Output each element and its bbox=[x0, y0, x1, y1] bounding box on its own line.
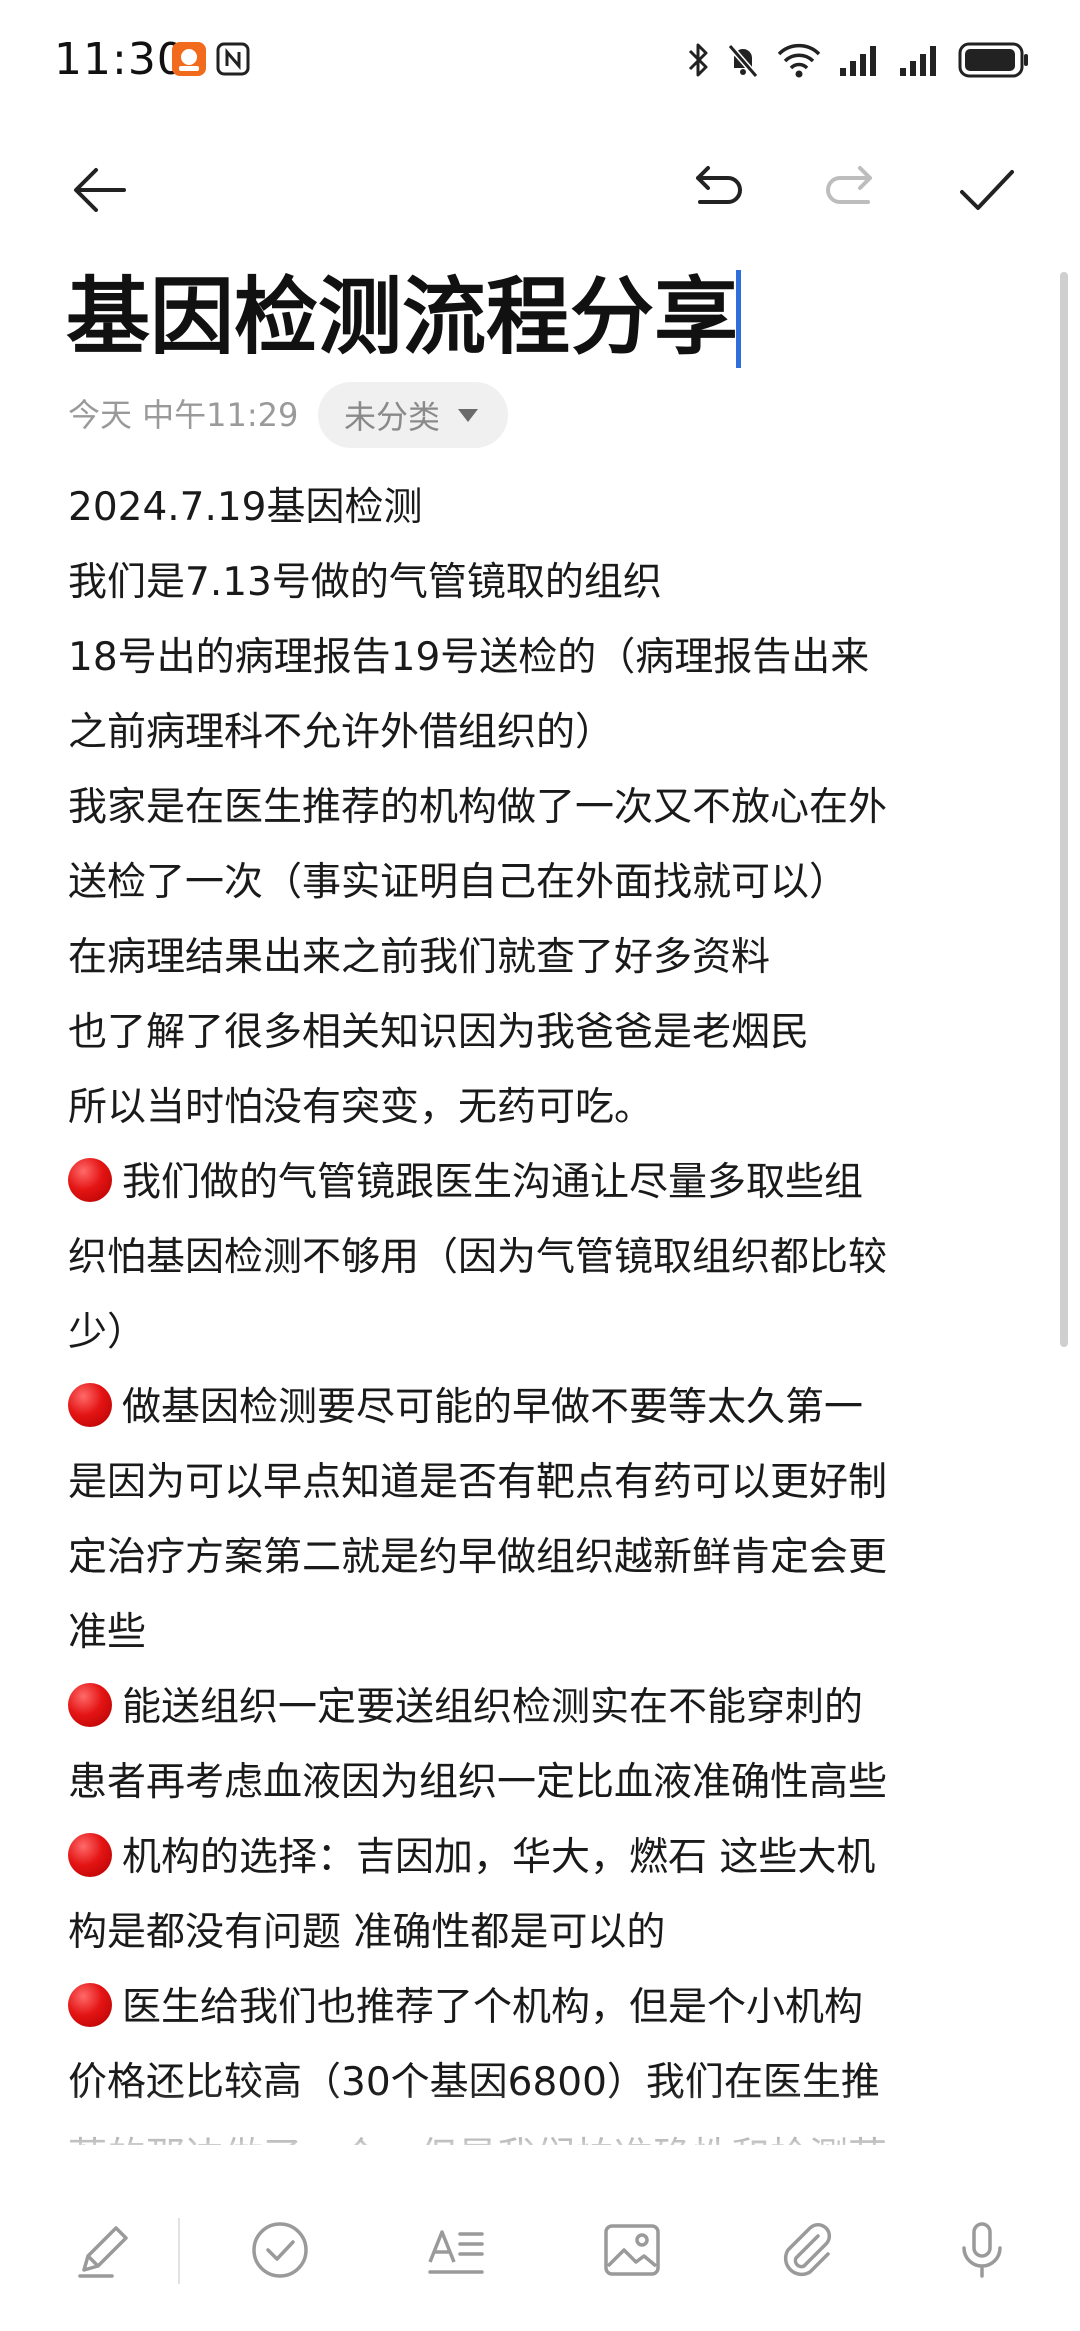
nfc-icon bbox=[216, 42, 250, 76]
note-body-text: 送检了一次（事实证明自己在外面找就可以） bbox=[68, 860, 849, 905]
note-body-line: 是因为可以早点知道是否有靶点有药可以更好制 bbox=[68, 1445, 1018, 1520]
status-time: 11:30 bbox=[54, 34, 186, 85]
category-label: 未分类 bbox=[344, 398, 441, 436]
image-icon bbox=[604, 2224, 660, 2276]
note-body-text: 我们做的气管镜跟医生沟通让尽量多取些组 bbox=[122, 1160, 864, 1205]
undo-button[interactable] bbox=[676, 150, 756, 230]
note-body-text: 少） bbox=[68, 1310, 147, 1355]
note-body-text: 2024.7.19基因检测 bbox=[68, 485, 423, 530]
note-body-text: 我们是7.13号做的气管镜取的组织 bbox=[68, 560, 662, 605]
app-notification-icon bbox=[172, 42, 206, 76]
red-circle-bullet-icon bbox=[68, 1683, 112, 1727]
note-body-line: 织怕基因检测不够用（因为气管镜取组织都比较 bbox=[68, 1220, 1018, 1295]
wifi-icon bbox=[776, 40, 822, 80]
note-body[interactable]: 2024.7.19基因检测我们是7.13号做的气管镜取的组织 18号出的病理报告1… bbox=[68, 470, 1018, 2145]
note-body-line: 所以当时怕没有突变，无药可吃。 bbox=[68, 1070, 1018, 1145]
note-body-line: 也了解了很多相关知识因为我爸爸是老烟民 bbox=[68, 995, 1018, 1070]
signal-icon-2 bbox=[898, 42, 942, 78]
note-body-line: 送检了一次（事实证明自己在外面找就可以） bbox=[68, 845, 1018, 920]
editor-toolbar bbox=[0, 150, 1080, 230]
signal-icon-1 bbox=[838, 42, 882, 78]
attachment-button[interactable] bbox=[766, 2210, 846, 2290]
checklist-button[interactable] bbox=[240, 2210, 320, 2290]
microphone-icon bbox=[962, 2222, 1002, 2278]
checklist-icon bbox=[252, 2222, 308, 2278]
battery-icon bbox=[958, 41, 1030, 79]
note-body-line: 在病理结果出来之前我们就查了好多资料 bbox=[68, 920, 1018, 995]
note-body-text: 是因为可以早点知道是否有靶点有药可以更好制 bbox=[68, 1460, 888, 1505]
note-body-line: 定治疗方案第二就是约早做组织越新鲜肯定会更 bbox=[68, 1520, 1018, 1595]
undo-icon bbox=[696, 166, 742, 204]
note-body-line: 能送组织一定要送组织检测实在不能穿刺的 bbox=[68, 1670, 1018, 1745]
note-body-text: 医生给我们也推荐了个机构，但是个小机构 bbox=[122, 1985, 864, 2030]
text-style-icon bbox=[428, 2230, 484, 2274]
mute-bell-icon bbox=[726, 40, 760, 80]
note-body-line: 2024.7.19基因检测 bbox=[68, 470, 1018, 545]
done-button[interactable] bbox=[946, 150, 1026, 230]
red-circle-bullet-icon bbox=[68, 1158, 112, 1202]
note-body-text: 患者再考虑血液因为组织一定比血液准确性高些 bbox=[68, 1760, 888, 1805]
attachment-icon bbox=[783, 2222, 832, 2277]
arrow-left-icon bbox=[74, 168, 126, 212]
note-body-line: 构是都没有问题 准确性都是可以的 bbox=[68, 1895, 1018, 1970]
note-body-line: 做基因检测要尽可能的早做不要等太久第一 bbox=[68, 1370, 1018, 1445]
back-button[interactable] bbox=[60, 150, 140, 230]
red-circle-bullet-icon bbox=[68, 1833, 112, 1877]
note-body-line: 准些 bbox=[68, 1595, 1018, 1670]
note-body-text: 做基因检测要尽可能的早做不要等太久第一 bbox=[122, 1385, 864, 1430]
note-body-line: 机构的选择：吉因加，华大，燃石 这些大机 bbox=[68, 1820, 1018, 1895]
note-body-line: 我们做的气管镜跟医生沟通让尽量多取些组 bbox=[68, 1145, 1018, 1220]
red-circle-bullet-icon bbox=[68, 1983, 112, 2027]
note-date: 今天 中午11:29 bbox=[68, 396, 299, 434]
note-body-text: 能送组织一定要送组织检测实在不能穿刺的 bbox=[122, 1685, 864, 1730]
status-indicators bbox=[686, 38, 1030, 82]
note-body-line: 之前病理科不允许外借组织的） bbox=[68, 695, 1018, 770]
note-body-text: 定治疗方案第二就是约早做组织越新鲜肯定会更 bbox=[68, 1535, 888, 1580]
redo-button[interactable] bbox=[812, 150, 892, 230]
note-body-text: 构是都没有问题 准确性都是可以的 bbox=[68, 1910, 666, 1955]
note-body-text: 18号出的病理报告19号送检的（病理报告出来 bbox=[68, 635, 870, 680]
note-body-text: 织怕基因检测不够用（因为气管镜取组织都比较 bbox=[68, 1235, 888, 1280]
category-selector[interactable]: 未分类 bbox=[318, 382, 508, 448]
note-title[interactable]: 基因检测流程分享 bbox=[66, 262, 738, 372]
voice-input-button[interactable] bbox=[942, 2210, 1022, 2290]
bottom-toolbar bbox=[0, 2190, 1080, 2310]
scroll-fade bbox=[0, 2090, 1080, 2160]
note-body-line: 医生给我们也推荐了个机构，但是个小机构 bbox=[68, 1970, 1018, 2045]
chevron-down-icon bbox=[458, 409, 478, 422]
status-bar: 11:30 bbox=[0, 0, 1080, 124]
insert-image-button[interactable] bbox=[592, 2210, 672, 2290]
red-circle-bullet-icon bbox=[68, 1383, 112, 1427]
toolbar-divider bbox=[178, 2218, 180, 2284]
pen-button[interactable] bbox=[64, 2210, 144, 2290]
bluetooth-icon bbox=[686, 40, 710, 80]
note-body-text: 准些 bbox=[68, 1610, 147, 1655]
note-body-text: 我家是在医生推荐的机构做了一次又不放心在外 bbox=[68, 785, 888, 830]
note-body-line: 我们是7.13号做的气管镜取的组织 bbox=[68, 545, 1018, 620]
note-body-line: 少） bbox=[68, 1295, 1018, 1370]
redo-icon bbox=[826, 166, 872, 204]
text-cursor bbox=[736, 270, 741, 368]
note-body-line: 患者再考虑血液因为组织一定比血液准确性高些 bbox=[68, 1745, 1018, 1820]
note-body-text: 机构的选择：吉因加，华大，燃石 这些大机 bbox=[122, 1835, 876, 1880]
pen-icon bbox=[78, 2226, 128, 2278]
note-body-text: 之前病理科不允许外借组织的） bbox=[68, 710, 615, 755]
check-icon bbox=[960, 170, 1014, 210]
note-body-text: 在病理结果出来之前我们就查了好多资料 bbox=[68, 935, 771, 980]
note-body-text: 所以当时怕没有突变，无药可吃。 bbox=[68, 1085, 654, 1130]
note-body-text: 也了解了很多相关知识因为我爸爸是老烟民 bbox=[68, 1010, 810, 1055]
scrollbar[interactable] bbox=[1060, 272, 1068, 1347]
text-style-button[interactable] bbox=[416, 2210, 496, 2290]
note-body-line: 18号出的病理报告19号送检的（病理报告出来 bbox=[68, 620, 1018, 695]
note-body-line: 我家是在医生推荐的机构做了一次又不放心在外 bbox=[68, 770, 1018, 845]
